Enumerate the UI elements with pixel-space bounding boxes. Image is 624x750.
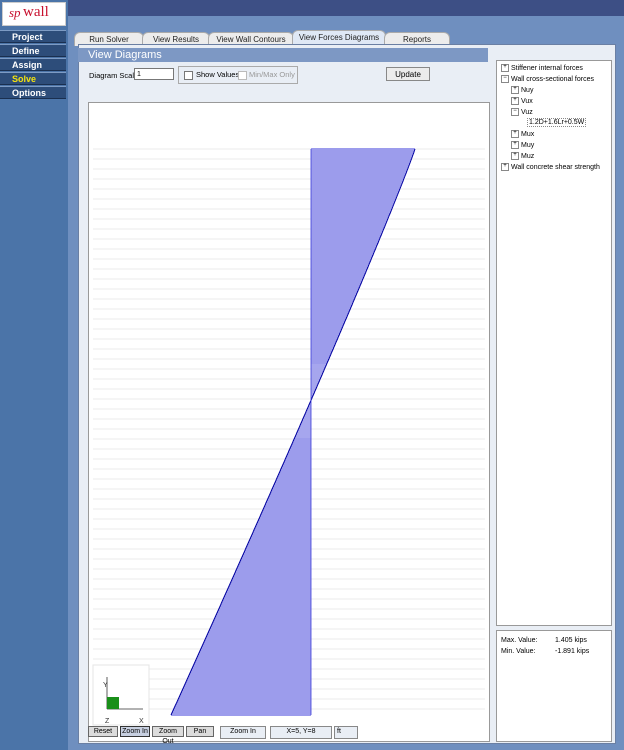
- max-value: 1.405 kips: [555, 637, 587, 644]
- collapse-icon[interactable]: −: [511, 108, 519, 116]
- tree-item-muz[interactable]: + Muz: [511, 152, 534, 160]
- diagram-scale-label: Diagram Scale:: [89, 71, 141, 80]
- expand-icon[interactable]: +: [511, 152, 519, 160]
- results-tree: + Stiffener internal forces − Wall cross-s…: [496, 60, 612, 626]
- axis-z-label: Z: [105, 718, 110, 725]
- panel-title: View Diagrams: [78, 48, 488, 62]
- tree-item-muy[interactable]: + Muy: [511, 141, 534, 149]
- axis-triad: Y Z X: [92, 664, 150, 726]
- tree-label: Mux: [521, 130, 535, 138]
- nav-define[interactable]: Define: [0, 44, 66, 57]
- show-values-checkbox[interactable]: [184, 71, 193, 80]
- axis-x-label: X: [139, 718, 144, 725]
- expand-icon[interactable]: +: [501, 163, 509, 171]
- tree-label: Wall cross-sectional forces: [511, 75, 594, 83]
- min-value-label: Min. Value:: [501, 648, 536, 655]
- nav-project[interactable]: Project: [0, 30, 66, 43]
- force-diagram-svg: Y Z X: [92, 148, 485, 726]
- logo-sp-text: sp: [9, 5, 21, 20]
- tree-label: 1.2D+1.6Lr+0.5W: [527, 118, 587, 127]
- axis-y-label: Y: [103, 682, 108, 689]
- diagram-scale-input[interactable]: [134, 68, 174, 80]
- tree-label: Wall concrete shear strength: [511, 163, 600, 171]
- show-values-label: Show Values: [196, 70, 240, 79]
- tree-item-shear-strength[interactable]: + Wall concrete shear strength: [501, 163, 600, 171]
- nav-solve[interactable]: Solve: [0, 72, 66, 85]
- min-value: -1.891 kips: [555, 648, 590, 655]
- tree-label: Nuy: [521, 86, 534, 94]
- app-logo: sp wall: [2, 2, 66, 26]
- main-area: Run Solver View Results View Wall Contou…: [68, 16, 624, 750]
- tree-item-wall-forces[interactable]: − Wall cross-sectional forces: [501, 75, 594, 83]
- reset-button[interactable]: Reset: [88, 726, 118, 737]
- tree-item-mux[interactable]: + Mux: [511, 130, 534, 138]
- minmax-only-checkbox[interactable]: [238, 71, 247, 80]
- expand-icon[interactable]: +: [511, 86, 519, 94]
- tree-item-stiffener[interactable]: + Stiffener internal forces: [501, 64, 583, 72]
- diagram-edge: [170, 148, 416, 716]
- expand-icon[interactable]: +: [511, 130, 519, 138]
- values-box: Max. Value: 1.405 kips Min. Value: -1.89…: [496, 630, 612, 742]
- expand-icon[interactable]: +: [511, 141, 519, 149]
- tree-label: Stiffener internal forces: [511, 64, 583, 72]
- zoom-in-button[interactable]: Zoom In: [120, 726, 150, 737]
- tree-label: Muz: [521, 152, 535, 160]
- coordinates-readout: X=5, Y=8: [270, 726, 332, 739]
- nav-options[interactable]: Options: [0, 86, 66, 99]
- top-bar: [68, 0, 624, 16]
- update-button[interactable]: Update: [386, 67, 430, 81]
- minmax-only-label: Min/Max Only: [249, 70, 295, 79]
- mode-indicator: Zoom In: [220, 726, 266, 739]
- diagram-outline: [170, 148, 416, 716]
- sidebar: sp wall Project Define Assign Solve Opti…: [0, 0, 68, 750]
- options-group: Show Values Min/Max Only: [178, 66, 298, 84]
- tree-label: Vuz: [521, 108, 533, 116]
- max-value-label: Max. Value:: [501, 637, 538, 644]
- tree-item-vuz[interactable]: − Vuz: [511, 108, 533, 116]
- pan-button[interactable]: Pan: [186, 726, 214, 737]
- status-bar: Reset Zoom In Zoom Out Pan Zoom In X=5, …: [88, 726, 490, 745]
- logo-wall-text: wall: [23, 4, 49, 20]
- expand-icon[interactable]: +: [501, 64, 509, 72]
- diagram-bars: [171, 148, 415, 716]
- tree-item-nuy[interactable]: + Nuy: [511, 86, 533, 94]
- diagram-canvas[interactable]: Y Z X: [88, 102, 490, 742]
- collapse-icon[interactable]: −: [501, 75, 509, 83]
- zoom-out-button[interactable]: Zoom Out: [152, 726, 184, 745]
- nav-assign[interactable]: Assign: [0, 58, 66, 71]
- tree-item-vux[interactable]: + Vux: [511, 97, 533, 105]
- expand-icon[interactable]: +: [511, 97, 519, 105]
- tree-label: Muy: [521, 141, 535, 149]
- tree-label: Vux: [521, 97, 533, 105]
- units-indicator: ft: [334, 726, 358, 739]
- tree-item-load-combo[interactable]: 1.2D+1.6Lr+0.5W: [527, 118, 587, 127]
- axis-origin-marker: [107, 697, 119, 709]
